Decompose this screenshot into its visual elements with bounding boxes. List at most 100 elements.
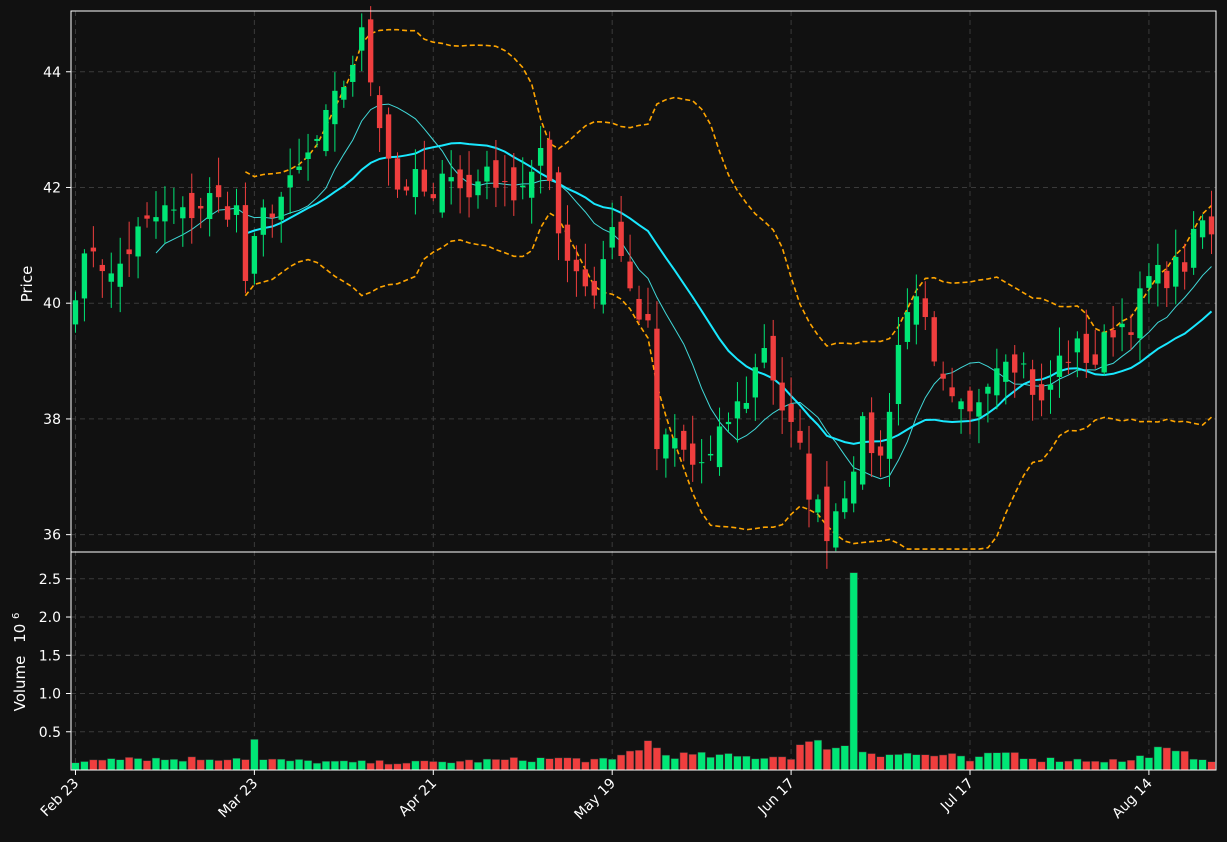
candle-body-90 — [877, 446, 884, 456]
candle-body-82 — [806, 453, 812, 500]
candles-layer — [72, 6, 1215, 569]
candle-body-42 — [448, 177, 454, 182]
volume-bar-10 — [160, 759, 169, 771]
candle-31 — [350, 55, 356, 97]
volume-bar-125 — [1189, 758, 1198, 771]
volume-bar-47 — [491, 759, 500, 771]
candle-body-102 — [985, 386, 991, 394]
candle-body-114 — [1092, 354, 1098, 365]
volume-bar-40 — [429, 761, 438, 771]
volume-bar-60 — [608, 758, 617, 771]
volume-bar-36 — [393, 763, 402, 771]
candle-0 — [72, 291, 79, 333]
volume-bar-111 — [1064, 760, 1073, 771]
candle-59 — [600, 240, 606, 314]
volume-tick-label-3: 2.0 — [39, 610, 61, 626]
price-tick-label-4: 44 — [43, 65, 61, 81]
volume-bar-86 — [840, 745, 849, 771]
volume-bar-96 — [930, 755, 939, 771]
candle-35 — [385, 107, 392, 186]
candle-83 — [815, 494, 821, 523]
candle-68 — [681, 424, 687, 462]
volume-bar-98 — [948, 753, 957, 771]
volume-bar-118 — [1126, 759, 1136, 771]
candle-46 — [484, 150, 490, 200]
candle-body-8 — [144, 215, 150, 219]
candle-body-52 — [537, 148, 544, 166]
candle-body-101 — [976, 402, 982, 417]
candle-30 — [341, 80, 347, 108]
volume-bar-45 — [473, 762, 483, 771]
candle-body-9 — [153, 217, 159, 222]
candle-body-39 — [421, 169, 428, 192]
volume-bar-114 — [1091, 761, 1100, 771]
candle-85 — [833, 503, 839, 552]
x-tick-label-4: Jun 17 — [755, 776, 798, 819]
volume-bar-28 — [321, 761, 330, 771]
candle-body-34 — [376, 95, 383, 129]
candle-25 — [296, 138, 302, 174]
volume-bar-105 — [1010, 752, 1019, 771]
candle-body-17 — [224, 206, 231, 220]
candle-body-47 — [493, 160, 499, 188]
candle-body-43 — [457, 169, 463, 189]
price-panel-frame — [70, 10, 1217, 553]
moving-average-long-line — [245, 141, 1213, 445]
candle-body-110 — [1056, 355, 1063, 377]
volume-bar-24 — [286, 760, 295, 771]
candle-44 — [466, 151, 472, 218]
volume-bar-65 — [652, 747, 661, 771]
volume-bar-72 — [715, 754, 724, 771]
candle-123 — [1173, 229, 1179, 305]
candle-body-56 — [573, 259, 580, 272]
candle-body-51 — [529, 171, 535, 198]
candle-90 — [877, 430, 884, 477]
volume-bar-73 — [724, 753, 733, 771]
candle-body-19 — [242, 205, 249, 281]
volume-bar-63 — [634, 750, 644, 771]
candle-body-45 — [475, 181, 481, 196]
volume-bar-66 — [661, 754, 670, 771]
candle-body-113 — [1083, 333, 1089, 363]
volume-axis-exponent-power: 6 — [11, 613, 22, 619]
candle-36 — [394, 152, 401, 198]
volume-bar-44 — [465, 759, 474, 771]
candle-body-124 — [1182, 262, 1188, 272]
x-tick-label-1: Mar 23 — [215, 776, 261, 822]
volume-bar-9 — [151, 757, 161, 771]
volume-bar-107 — [1028, 758, 1037, 771]
candle-body-0 — [72, 300, 79, 325]
candle-body-12 — [180, 207, 186, 219]
candle-body-25 — [296, 166, 302, 170]
candle-45 — [475, 169, 481, 209]
volume-tick-label-4: 2.5 — [39, 572, 61, 588]
candle-body-105 — [1012, 354, 1018, 373]
candle-58 — [591, 266, 597, 309]
volume-bar-101 — [974, 756, 984, 771]
candle-body-14 — [198, 205, 204, 209]
candle-body-35 — [385, 114, 392, 159]
candle-body-103 — [994, 368, 1000, 396]
candle-113 — [1083, 309, 1089, 378]
x-tick-label-0: Feb 23 — [38, 776, 83, 821]
candle-34 — [376, 86, 383, 153]
volume-bar-57 — [581, 761, 590, 771]
candle-122 — [1164, 261, 1170, 308]
axis-layer: 36 38 40 42 44 0.5 1.0 1.5 2.0 2.5 Feb 23 Mar 23 Apr… — [38, 65, 1156, 823]
volume-bar-3 — [98, 759, 107, 771]
volume-bar-109 — [1046, 757, 1055, 771]
moving-average-short-line — [155, 103, 1212, 480]
candle-7 — [135, 217, 141, 279]
volume-bar-81 — [795, 744, 805, 771]
candle-74 — [734, 382, 741, 443]
candle-body-50 — [520, 185, 526, 188]
candle-69 — [690, 415, 696, 482]
volume-bar-27 — [312, 762, 322, 771]
candle-79 — [779, 357, 785, 434]
volume-bar-75 — [742, 755, 751, 771]
candle-body-29 — [332, 90, 338, 125]
volume-bar-22 — [268, 758, 277, 771]
candle-body-88 — [859, 416, 866, 485]
candle-55 — [564, 205, 571, 283]
bollinger-lower-band — [244, 212, 1213, 550]
